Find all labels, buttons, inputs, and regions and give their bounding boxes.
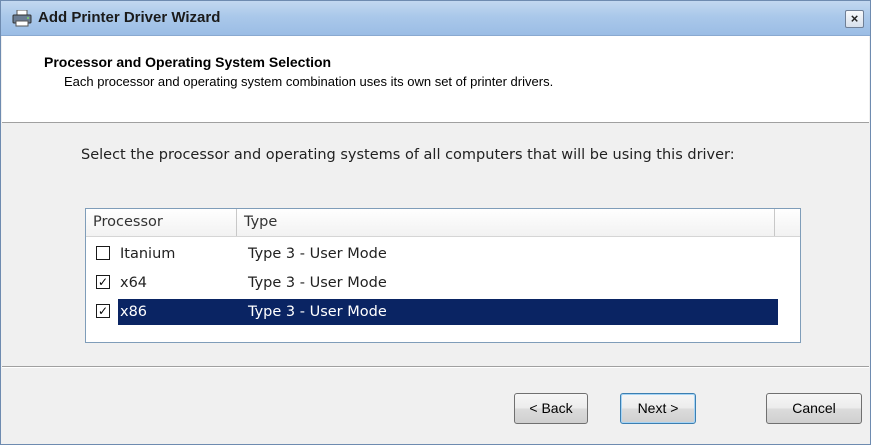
type-label: Type 3 - User Mode [248, 304, 387, 320]
processor-label: x86 [120, 304, 148, 320]
next-button[interactable]: Next > [620, 393, 696, 424]
type-label: Type 3 - User Mode [248, 246, 387, 262]
processor-label: Itanium [120, 246, 176, 262]
printer-icon [12, 10, 32, 27]
list-item-selected[interactable]: ✓ x86 Type 3 - User Mode [86, 297, 800, 326]
column-header-empty[interactable] [775, 209, 800, 236]
instruction-text: Select the processor and operating syste… [81, 147, 735, 163]
window-title: Add Printer Driver Wizard [38, 9, 221, 26]
back-button[interactable]: < Back [514, 393, 588, 424]
list-item[interactable]: Itanium Type 3 - User Mode [86, 239, 800, 268]
check-icon: ✓ [97, 304, 109, 318]
column-header-type[interactable]: Type [237, 209, 775, 236]
itanium-checkbox[interactable] [96, 246, 110, 260]
title-bar[interactable]: Add Printer Driver Wizard × [1, 1, 870, 36]
processor-list[interactable]: Processor Type Itanium Type 3 - User Mod… [85, 208, 801, 343]
page-subtitle: Each processor and operating system comb… [64, 74, 554, 89]
page-title: Processor and Operating System Selection [44, 54, 332, 70]
cancel-button[interactable]: Cancel [766, 393, 862, 424]
list-header: Processor Type [86, 209, 800, 237]
wizard-header: Processor and Operating System Selection… [2, 36, 869, 123]
processor-label: x64 [120, 275, 148, 291]
column-header-processor[interactable]: Processor [86, 209, 237, 236]
footer-divider [2, 366, 869, 368]
check-icon: ✓ [97, 275, 109, 289]
close-button[interactable]: × [845, 10, 864, 28]
x64-checkbox[interactable]: ✓ [96, 275, 110, 289]
x86-checkbox[interactable]: ✓ [96, 304, 110, 318]
close-icon: × [850, 11, 859, 26]
wizard-window: Add Printer Driver Wizard × Processor an… [0, 0, 871, 445]
type-label: Type 3 - User Mode [248, 275, 387, 291]
selection-highlight [118, 299, 778, 325]
list-item[interactable]: ✓ x64 Type 3 - User Mode [86, 268, 800, 297]
